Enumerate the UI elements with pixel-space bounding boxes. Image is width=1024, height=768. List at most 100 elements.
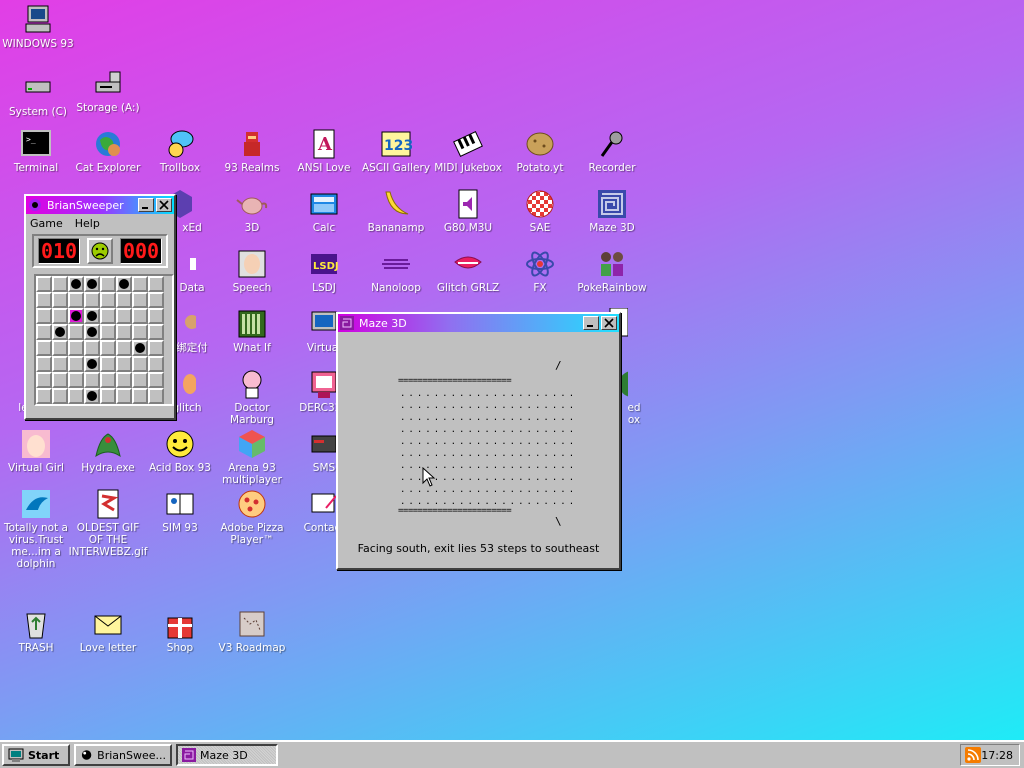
desktop-icon-oldest-gif[interactable]: OLDEST GIF OF THE INTERWEBZ.gif (69, 488, 147, 558)
desktop-icon-trash[interactable]: TRASH (0, 608, 72, 654)
mine-cell[interactable] (52, 388, 68, 404)
desktop-icon-cat-explorer[interactable]: Cat Explorer (72, 128, 144, 174)
desktop-icon-arena93[interactable]: Arena 93 multiplayer (216, 428, 288, 486)
mine-cell[interactable] (68, 340, 84, 356)
clock[interactable]: 17:28 (981, 749, 1013, 762)
mine-cell[interactable] (52, 340, 68, 356)
desktop-icon-lsdj[interactable]: LSDJ LSDJ (288, 248, 360, 294)
desktop-icon-speech[interactable]: Speech (216, 248, 288, 294)
desktop-icon-glitch-grlz[interactable]: Glitch GRLZ (432, 248, 504, 294)
mine-cell[interactable] (68, 292, 84, 308)
mine-cell[interactable] (100, 340, 116, 356)
mine-cell[interactable] (36, 356, 52, 372)
mine-cell[interactable] (116, 308, 132, 324)
desktop-icon-pizza[interactable]: Adobe Pizza Player™ (216, 488, 288, 546)
mine-cell[interactable] (84, 340, 100, 356)
mine-cell[interactable] (36, 372, 52, 388)
close-button[interactable] (156, 198, 172, 212)
mine-cell[interactable] (132, 388, 148, 404)
mine-cell[interactable] (132, 340, 148, 356)
desktop-icon-dolphin[interactable]: Totally not a virus.Trust me...im a dolp… (0, 488, 72, 570)
maze3d-window[interactable]: Maze 3D / ======================= . . . … (336, 312, 621, 570)
desktop-icon-g80[interactable]: G80.M3U (432, 188, 504, 234)
reset-face-button[interactable] (87, 238, 113, 264)
mine-cell[interactable] (84, 388, 100, 404)
mine-cell[interactable] (148, 324, 164, 340)
mine-cell[interactable] (52, 292, 68, 308)
desktop-icon-sim93[interactable]: SIM 93 (144, 488, 216, 534)
close-button[interactable] (601, 316, 617, 330)
mine-cell[interactable] (148, 340, 164, 356)
mine-cell[interactable] (148, 308, 164, 324)
desktop-icon-system[interactable]: System (C) (2, 72, 74, 118)
desktop-icon-recorder[interactable]: Recorder (576, 128, 648, 174)
mine-cell[interactable] (68, 388, 84, 404)
mine-cell[interactable] (100, 308, 116, 324)
desktop-icon-windows93[interactable]: WINDOWS 93 (2, 4, 74, 50)
desktop-icon-roadmap[interactable]: V3 Roadmap (216, 608, 288, 654)
desktop-icon-hydra[interactable]: Hydra.exe (72, 428, 144, 474)
briansweeper-window[interactable]: BrianSweeper Game Help 010 000 (24, 194, 176, 420)
mine-cell[interactable] (84, 308, 100, 324)
mine-cell[interactable] (148, 292, 164, 308)
desktop-icon-acid-box[interactable]: Acid Box 93 (144, 428, 216, 474)
desktop-icon-virtual-girl[interactable]: Virtual Girl (0, 428, 72, 474)
mine-cell[interactable] (36, 308, 52, 324)
mine-cell[interactable] (36, 388, 52, 404)
mine-cell[interactable] (52, 356, 68, 372)
mine-cell[interactable] (68, 308, 84, 324)
start-button[interactable]: Start (2, 744, 70, 766)
mine-cell[interactable] (84, 292, 100, 308)
mine-cell[interactable] (84, 276, 100, 292)
mine-cell[interactable] (52, 276, 68, 292)
mine-cell[interactable] (100, 324, 116, 340)
desktop-icon-midi-jukebox[interactable]: MIDI Jukebox (432, 128, 504, 174)
mine-cell[interactable] (36, 276, 52, 292)
mine-cell[interactable] (148, 372, 164, 388)
desktop-icon-shop[interactable]: Shop (144, 608, 216, 654)
desktop-icon-doctor-marburg[interactable]: Doctor Marburg (216, 368, 288, 426)
mine-cell[interactable] (132, 372, 148, 388)
mine-cell[interactable] (148, 276, 164, 292)
mine-cell[interactable] (52, 372, 68, 388)
desktop-icon-bananamp[interactable]: Bananamp (360, 188, 432, 234)
mine-cell[interactable] (52, 308, 68, 324)
title-bar[interactable]: BrianSweeper (26, 196, 174, 214)
menu-game[interactable]: Game (30, 217, 63, 230)
mine-cell[interactable] (132, 308, 148, 324)
mine-cell[interactable] (84, 356, 100, 372)
mine-cell[interactable] (52, 324, 68, 340)
desktop-icon-love-letter[interactable]: Love letter (72, 608, 144, 654)
mine-cell[interactable] (68, 356, 84, 372)
desktop-icon-potato[interactable]: Potato.yt (504, 128, 576, 174)
mine-cell[interactable] (116, 292, 132, 308)
mine-cell[interactable] (68, 372, 84, 388)
mine-cell[interactable] (148, 388, 164, 404)
mine-cell[interactable] (132, 324, 148, 340)
maze-view[interactable]: / ======================= . . . . . . . … (338, 332, 619, 568)
mine-cell[interactable] (36, 292, 52, 308)
mine-cell[interactable] (100, 356, 116, 372)
mine-cell[interactable] (68, 324, 84, 340)
desktop-icon-fx[interactable]: FX (504, 248, 576, 294)
mine-cell[interactable] (84, 372, 100, 388)
desktop-icon-storage[interactable]: Storage (A:) (72, 68, 144, 114)
mine-cell[interactable] (100, 292, 116, 308)
desktop-icon-3d[interactable]: 3D (216, 188, 288, 234)
minimize-button[interactable] (138, 198, 154, 212)
mine-cell[interactable] (116, 276, 132, 292)
menu-help[interactable]: Help (75, 217, 100, 230)
desktop-icon-maze3d[interactable]: Maze 3D (576, 188, 648, 234)
mine-cell[interactable] (36, 340, 52, 356)
mine-cell[interactable] (148, 356, 164, 372)
mine-cell[interactable] (100, 388, 116, 404)
mine-cell[interactable] (116, 356, 132, 372)
rss-icon[interactable] (965, 747, 981, 763)
desktop-icon-sae[interactable]: SAE (504, 188, 576, 234)
desktop-icon-what-if[interactable]: What If (216, 308, 288, 354)
desktop-icon-trollbox[interactable]: Trollbox (144, 128, 216, 174)
desktop-icon-93-realms[interactable]: 93 Realms (216, 128, 288, 174)
mine-cell[interactable] (132, 276, 148, 292)
mine-cell[interactable] (100, 372, 116, 388)
mine-cell[interactable] (116, 340, 132, 356)
